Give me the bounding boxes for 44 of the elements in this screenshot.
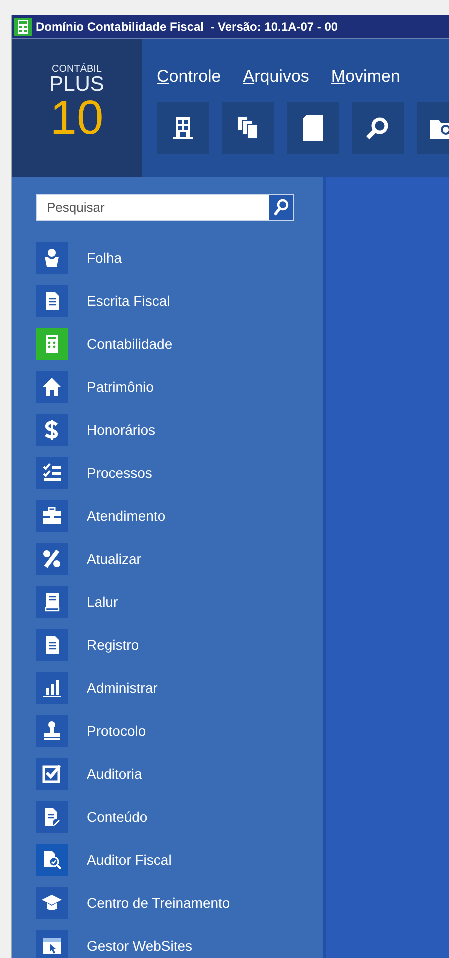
menu-item[interactable]: Movimen <box>331 67 400 87</box>
sidebar-item[interactable]: Patrimônio <box>36 365 323 408</box>
house-icon <box>42 376 62 396</box>
checklist-icon <box>42 462 62 482</box>
toolbar-button[interactable] <box>287 102 339 154</box>
menu-item[interactable]: Controle <box>157 67 222 87</box>
person-icon <box>42 248 62 268</box>
sidebar-item[interactable]: Lalur <box>36 580 323 623</box>
stamp-icon <box>42 720 62 740</box>
sidebar-item[interactable]: Gestor WebSites <box>36 924 323 958</box>
sidebar-item[interactable]: Escrita Fiscal <box>36 279 323 322</box>
sidebar-item[interactable]: Centro de Treinamento <box>36 881 323 924</box>
document-icon <box>42 806 62 826</box>
sidebar-item[interactable]: Honorários <box>36 408 323 451</box>
window-title: Domínio Contabilidade Fiscal - Versão: 10.1A-07 - 00 <box>36 20 338 34</box>
document-search-icon <box>42 850 62 870</box>
folder-icon <box>430 117 449 139</box>
browser-icon <box>42 936 62 956</box>
toolbar-button[interactable] <box>352 102 404 154</box>
building-icon <box>172 116 194 140</box>
toolbar-button[interactable] <box>157 102 209 154</box>
sidebar-item[interactable]: Administrar <box>36 666 323 709</box>
sidebar-item[interactable]: Processos <box>36 451 323 494</box>
briefcase-icon <box>42 506 62 526</box>
checkbox-icon <box>42 764 62 784</box>
sidebar-item[interactable]: Folha <box>36 236 323 279</box>
sidebar-item[interactable]: Protocolo <box>36 709 323 752</box>
sidebar-item[interactable]: Atendimento <box>36 494 323 537</box>
sidebar-item[interactable]: Auditor Fiscal <box>36 838 323 881</box>
logo: CONTÁBIL PLUS 10 <box>12 39 142 177</box>
toolbar-button[interactable] <box>222 102 274 154</box>
search-icon <box>366 116 390 140</box>
menu-item[interactable]: Arquivos <box>243 67 310 87</box>
graduation-cap-icon <box>42 892 62 912</box>
sidebar-item[interactable]: Atualizar <box>36 537 323 580</box>
sidebar-item[interactable]: Conteúdo <box>36 795 323 838</box>
sidebar-item[interactable]: Registro <box>36 623 323 666</box>
page-icon <box>303 115 323 141</box>
percent-icon <box>42 548 62 568</box>
sidebar-item[interactable]: Auditoria <box>36 752 323 795</box>
sidebar-item[interactable]: Contabilidade <box>36 322 323 365</box>
calculator-icon <box>14 18 32 36</box>
documents-icon <box>236 116 260 140</box>
bar-chart-icon <box>42 678 62 698</box>
